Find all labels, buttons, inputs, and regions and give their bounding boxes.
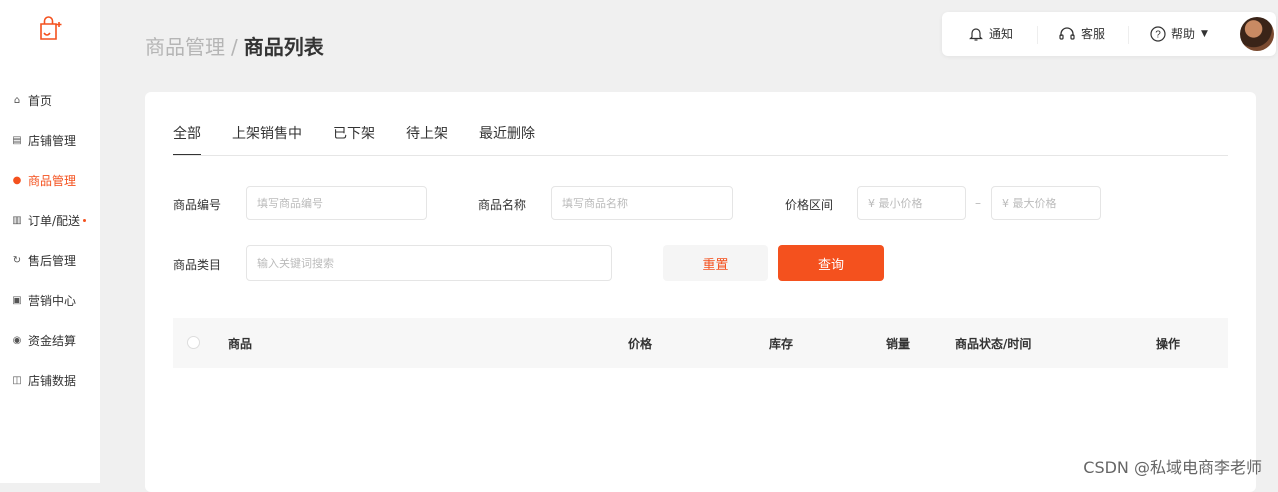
- sidebar-item-label: 资金结算: [28, 333, 77, 348]
- column-header-sales[interactable]: 销量: [886, 335, 910, 352]
- breadcrumb-parent[interactable]: 商品管理: [145, 35, 225, 59]
- breadcrumb: 商品管理 / 商品列表: [145, 31, 324, 60]
- notification-dot: [83, 218, 87, 222]
- data-icon: ◫: [12, 374, 22, 386]
- column-header-status-time[interactable]: 商品状态/时间: [955, 335, 1031, 352]
- order-icon: ▥: [12, 214, 22, 226]
- help-menu-button[interactable]: ? 帮助 ▼: [1150, 25, 1208, 42]
- tab-pending[interactable]: 待上架: [406, 123, 448, 143]
- price-range-dash: –: [975, 196, 981, 210]
- query-button[interactable]: 查询: [778, 245, 884, 281]
- shopping-bag-icon[interactable]: [36, 14, 66, 44]
- sidebar-item-data[interactable]: ◫ 店铺数据: [0, 360, 100, 400]
- sidebar-item-label: 店铺管理: [28, 133, 77, 148]
- table-header: 商品 价格 库存 销量 商品状态/时间 操作: [173, 318, 1228, 368]
- help-label: 帮助: [1171, 27, 1196, 41]
- category-label: 商品类目: [173, 258, 222, 272]
- reset-button[interactable]: 重置: [663, 245, 768, 281]
- page-title: 商品列表: [243, 35, 324, 59]
- svg-text:?: ?: [1155, 29, 1161, 40]
- product-no-label: 商品编号: [173, 198, 222, 212]
- sidebar-item-label: 商品管理: [28, 173, 77, 188]
- sidebar-item-orders[interactable]: ▥ 订单/配送: [0, 200, 100, 240]
- tab-removed[interactable]: 已下架: [333, 123, 375, 143]
- sidebar-item-funds[interactable]: ◉ 资金结算: [0, 320, 100, 360]
- product-no-input[interactable]: 填写商品编号: [246, 186, 427, 220]
- sidebar-item-label: 订单/配送: [28, 213, 81, 228]
- after-sales-icon: ↻: [12, 254, 22, 266]
- marketing-icon: ▣: [12, 294, 22, 306]
- customer-service-button[interactable]: 客服: [1058, 25, 1105, 42]
- sidebar-item-store[interactable]: ▤ 店铺管理: [0, 120, 100, 160]
- notify-label: 通知: [989, 27, 1014, 41]
- sidebar-item-label: 店铺数据: [28, 373, 77, 388]
- sidebar: ⌂ 首页 ▤ 店铺管理 ● 商品管理 ▥ 订单/配送 ↻ 售后管理 ▣ 营销中心…: [0, 0, 100, 483]
- top-toolbar: 通知 客服 ? 帮助 ▼: [942, 12, 1276, 56]
- notify-button[interactable]: 通知: [968, 25, 1013, 42]
- funds-icon: ◉: [12, 334, 22, 346]
- select-all-checkbox[interactable]: [187, 336, 200, 349]
- sidebar-item-home[interactable]: ⌂ 首页: [0, 80, 100, 120]
- divider: [1037, 26, 1038, 44]
- status-tabs: 全部 上架销售中 已下架 待上架 最近删除: [173, 123, 566, 156]
- column-header-actions: 操作: [1156, 337, 1181, 351]
- tab-on-sale[interactable]: 上架销售中: [232, 123, 302, 143]
- category-search-input[interactable]: 输入关键词搜索: [246, 245, 612, 281]
- divider: [1128, 26, 1129, 44]
- headset-icon: [1059, 26, 1075, 40]
- column-header-stock[interactable]: 库存: [769, 335, 793, 352]
- question-circle-icon: ?: [1150, 25, 1166, 42]
- sidebar-item-marketing[interactable]: ▣ 营销中心: [0, 280, 100, 320]
- price-range-label: 价格区间: [785, 198, 834, 212]
- bell-icon: [969, 27, 983, 41]
- product-icon: ●: [12, 174, 22, 186]
- sidebar-item-label: 首页: [28, 93, 53, 108]
- column-header-price[interactable]: 价格: [628, 335, 652, 352]
- product-name-input[interactable]: 填写商品名称: [551, 186, 733, 220]
- column-header-product[interactable]: 商品: [228, 335, 252, 352]
- breadcrumb-separator: /: [231, 35, 238, 59]
- customer-service-label: 客服: [1081, 27, 1106, 41]
- sidebar-item-label: 营销中心: [28, 293, 77, 308]
- product-list-card: 全部 上架销售中 已下架 待上架 最近删除 商品编号 填写商品编号 商品名称 填…: [145, 92, 1256, 492]
- store-icon: ▤: [12, 134, 22, 146]
- caret-down-icon: ▼: [1201, 28, 1208, 39]
- avatar[interactable]: [1240, 17, 1274, 51]
- tab-all[interactable]: 全部: [173, 123, 201, 156]
- min-price-input[interactable]: ¥ 最小价格: [857, 186, 966, 220]
- tabs-divider: [173, 155, 1228, 156]
- product-name-label: 商品名称: [478, 198, 527, 212]
- sidebar-item-after-sales[interactable]: ↻ 售后管理: [0, 240, 100, 280]
- tab-recently-deleted[interactable]: 最近删除: [479, 123, 535, 143]
- sidebar-item-products[interactable]: ● 商品管理: [0, 160, 100, 200]
- watermark: CSDN @私域电商李老师: [1083, 458, 1262, 477]
- max-price-input[interactable]: ¥ 最大价格: [991, 186, 1101, 220]
- sidebar-item-label: 售后管理: [28, 253, 77, 268]
- home-icon: ⌂: [13, 94, 21, 106]
- sidebar-nav: ⌂ 首页 ▤ 店铺管理 ● 商品管理 ▥ 订单/配送 ↻ 售后管理 ▣ 营销中心…: [0, 80, 100, 400]
